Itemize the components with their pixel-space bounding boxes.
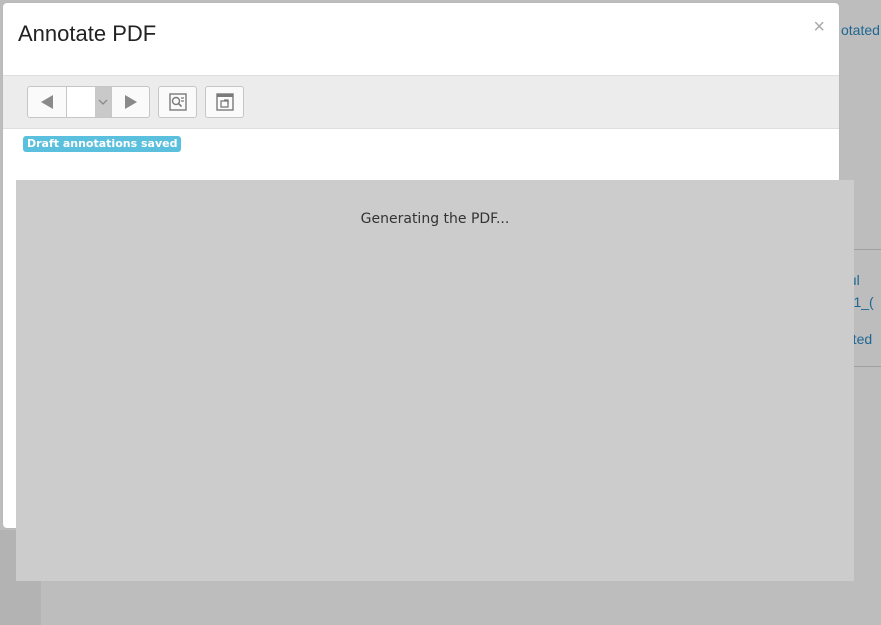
pdf-toolbar [3, 75, 839, 129]
page-navigator [27, 86, 150, 118]
loading-message: Generating the PDF... [360, 211, 510, 227]
triangle-right-icon [124, 95, 137, 109]
close-button[interactable]: × [813, 17, 825, 37]
page-select-arrow[interactable] [95, 87, 111, 117]
search-document-icon [168, 93, 187, 111]
page-select[interactable] [66, 87, 112, 117]
modal-title: Annotate PDF [18, 21, 157, 46]
expand-window-icon [215, 93, 234, 111]
next-page-button[interactable] [112, 87, 149, 117]
pdf-loading-panel: Generating the PDF... [16, 180, 854, 581]
chevron-down-icon [98, 99, 108, 105]
expand-window-button[interactable] [205, 86, 244, 118]
triangle-left-icon [41, 95, 53, 109]
draft-saved-badge: Draft annotations saved [23, 136, 182, 152]
previous-page-button[interactable] [28, 87, 66, 117]
search-comments-button[interactable] [158, 86, 197, 118]
